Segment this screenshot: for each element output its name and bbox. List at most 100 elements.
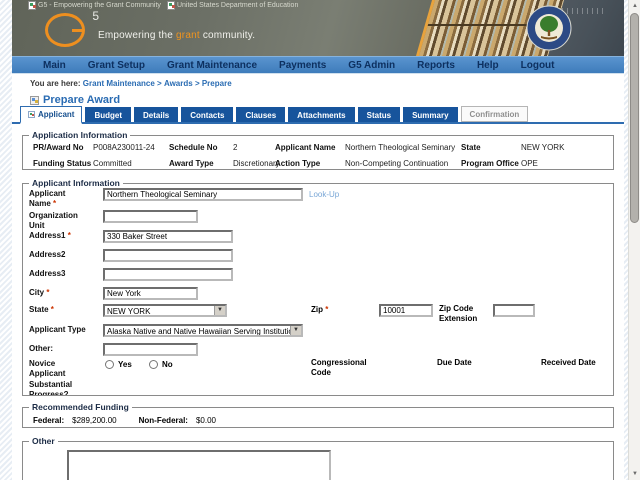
- tab-applicant-label: Applicant: [38, 110, 75, 119]
- address1-input[interactable]: [103, 230, 233, 243]
- federal-value: $289,200.00: [72, 416, 117, 425]
- breadcrumb-link-grant-maintenance[interactable]: Grant Maintenance: [83, 79, 155, 88]
- ed-alt-text: United States Department of Education: [176, 2, 299, 9]
- nav-item-payments[interactable]: Payments: [268, 60, 337, 71]
- program-office-value: OPE: [521, 159, 538, 168]
- address1-label: Address1 *: [29, 231, 71, 240]
- nav-item-logout[interactable]: Logout: [510, 60, 566, 71]
- breadcrumb-prefix: You are here:: [30, 79, 81, 88]
- zip-code-extension-input[interactable]: [493, 304, 535, 317]
- application-information-legend: Application Information: [32, 130, 128, 140]
- required-marker: *: [325, 305, 329, 314]
- tab-attachments[interactable]: Attachments: [288, 107, 355, 122]
- applicant-information-legend: Applicant Information: [32, 178, 120, 188]
- other-field-label: Other:: [29, 344, 53, 353]
- tab-details[interactable]: Details: [134, 107, 179, 122]
- nav-item-reports[interactable]: Reports: [406, 60, 466, 71]
- g5-alt-text: G5 - Empowering the Grant Community: [38, 2, 161, 9]
- non-federal-label: Non-Federal:: [138, 416, 188, 425]
- tab-clauses[interactable]: Clauses: [236, 107, 286, 122]
- novice-no-radio[interactable]: [149, 360, 158, 369]
- tab-applicant[interactable]: Applicant: [20, 106, 83, 124]
- address1-row: Address1 *: [27, 230, 609, 249]
- banner-alt-links: G5 - Empowering the Grant Community Unit…: [28, 1, 298, 10]
- broken-image-icon: [28, 1, 36, 10]
- breadcrumb-link-awards[interactable]: Awards: [164, 79, 193, 88]
- dropdown-arrow-icon: ▼: [290, 326, 301, 335]
- tab-bar: Applicant Budget Details Contacts Clause…: [12, 106, 624, 124]
- address2-row: Address2: [27, 249, 609, 268]
- tab-budget[interactable]: Budget: [85, 107, 132, 122]
- address3-label: Address3: [29, 269, 66, 278]
- novice-yes-label: Yes: [118, 360, 132, 369]
- breadcrumb: You are here: Grant Maintenance > Awards…: [12, 73, 624, 91]
- address2-label: Address2: [29, 250, 66, 259]
- tab-status[interactable]: Status: [357, 107, 401, 122]
- g-ring-shape: [45, 13, 85, 47]
- dropdown-arrow-icon: ▼: [214, 306, 225, 315]
- ed-dept-link[interactable]: United States Department of Education: [166, 1, 299, 10]
- required-marker: *: [53, 198, 57, 208]
- applicant-name-input[interactable]: [103, 188, 303, 201]
- required-marker: *: [67, 231, 71, 240]
- action-type-label: Action Type: [275, 159, 321, 168]
- tab-summary[interactable]: Summary: [403, 107, 458, 122]
- scroll-down-arrow[interactable]: ▼: [629, 469, 640, 479]
- city-label: City *: [29, 288, 50, 297]
- due-date-label: Due Date: [437, 358, 472, 367]
- tab-contacts[interactable]: Contacts: [181, 107, 234, 122]
- required-marker: *: [46, 288, 50, 297]
- address3-input[interactable]: [103, 268, 233, 281]
- tagline-pre: Empowering the: [98, 30, 174, 41]
- received-date-label: Received Date: [541, 358, 596, 367]
- tagline-accent: grant: [176, 30, 200, 41]
- organization-unit-row: Organization Unit: [27, 210, 609, 230]
- schedule-no-label: Schedule No: [169, 143, 218, 152]
- schedule-no-value: 2: [233, 143, 238, 152]
- applicant-type-select-value: Alaska Native and Native Hawaiian Servin…: [107, 327, 302, 336]
- other-field-input[interactable]: [103, 343, 198, 356]
- award-type-value: Discretionary: [233, 159, 280, 168]
- program-office-label: Program Office: [461, 159, 519, 168]
- nav-item-g5-admin[interactable]: G5 Admin: [337, 60, 406, 71]
- look-up-link[interactable]: Look-Up: [309, 190, 339, 199]
- g5-home-link[interactable]: G5 - Empowering the Grant Community: [28, 1, 161, 10]
- state-zip-row: State * NEW YORK ▼ Zip * Zip Code Extens…: [27, 304, 609, 324]
- applicant-type-select[interactable]: Alaska Native and Native Hawaiian Servin…: [103, 324, 303, 337]
- action-type-value: Non-Competing Continuation: [345, 159, 449, 168]
- scroll-up-arrow[interactable]: ▲: [629, 1, 640, 11]
- state-label: State *: [29, 305, 54, 314]
- address2-input[interactable]: [103, 249, 233, 262]
- state-select-value: NEW YORK: [107, 307, 151, 316]
- application-information-section: Application Information PR/Award No P008…: [22, 130, 614, 170]
- breadcrumb-link-prepare[interactable]: Prepare: [202, 79, 232, 88]
- other-section: Other: [22, 436, 614, 480]
- award-type-label: Award Type: [169, 159, 214, 168]
- other-field-row: Other:: [27, 343, 609, 358]
- header-banner: G5 - Empowering the Grant Community Unit…: [12, 0, 624, 56]
- organization-unit-input[interactable]: [103, 210, 198, 223]
- address3-row: Address3: [27, 268, 609, 287]
- novice-yes-radio[interactable]: [105, 360, 114, 369]
- department-of-education-seal-icon: [526, 5, 572, 51]
- recommended-funding-row: Federal: $289,200.00 Non-Federal: $0.00: [27, 412, 609, 425]
- other-textarea[interactable]: [67, 450, 331, 480]
- banner-tagline: Empowering the grant community.: [98, 30, 255, 41]
- nav-item-grant-maintenance[interactable]: Grant Maintenance: [156, 60, 268, 71]
- congressional-code-label: Congressional Code: [311, 358, 367, 377]
- vertical-scrollbar[interactable]: ▲ ▼: [628, 0, 640, 480]
- breadcrumb-separator: >: [194, 79, 200, 88]
- zip-code-extension-label: Zip Code Extension: [439, 304, 478, 323]
- scrollbar-thumb[interactable]: [630, 13, 639, 223]
- nav-item-help[interactable]: Help: [466, 60, 510, 71]
- state-select[interactable]: NEW YORK ▼: [103, 304, 227, 317]
- novice-applicant-row: Novice Applicant Yes No Congressional Co…: [27, 358, 609, 379]
- city-input[interactable]: [103, 287, 198, 300]
- zip-input[interactable]: [379, 304, 433, 317]
- organization-unit-label: Organization Unit: [29, 211, 78, 230]
- funding-status-value: Committed: [93, 159, 132, 168]
- application-information-grid: PR/Award No P008A230011-24 Schedule No 2…: [27, 140, 609, 168]
- broken-image-icon: [166, 1, 175, 10]
- nav-item-main[interactable]: Main: [32, 60, 77, 71]
- nav-item-grant-setup[interactable]: Grant Setup: [77, 60, 156, 71]
